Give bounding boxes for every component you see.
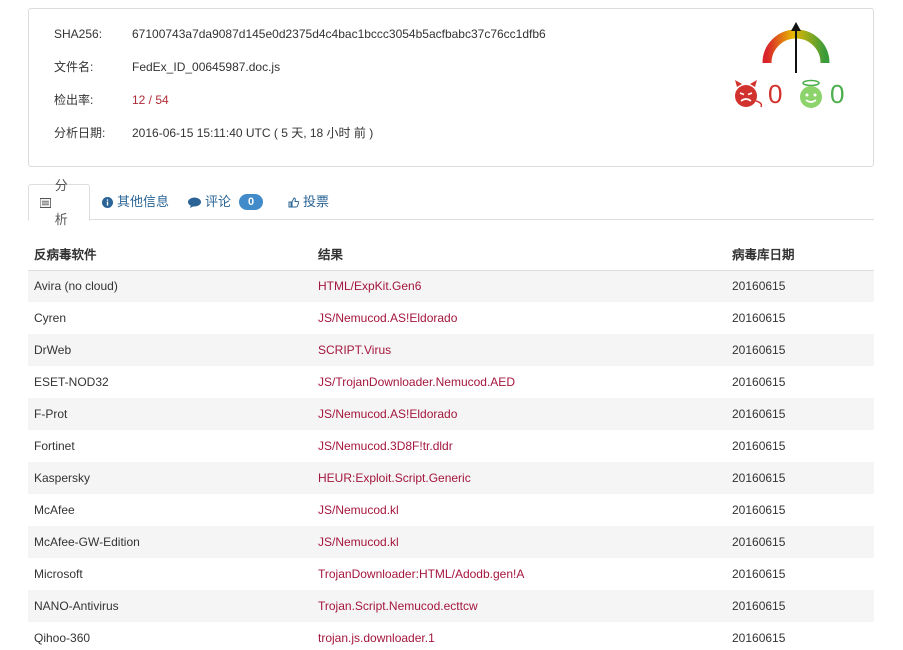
tab-additional-info[interactable]: 其他信息 — [102, 184, 169, 220]
table-row: Kaspersky HEUR:Exploit.Script.Generic 20… — [28, 462, 874, 494]
table-row: Avira (no cloud) HTML/ExpKit.Gen6 201606… — [28, 270, 874, 302]
antivirus-name: F-Prot — [28, 398, 312, 430]
definition-date: 20160615 — [732, 375, 786, 389]
thumbs-icon — [288, 196, 299, 207]
table-row: F-Prot JS/Nemucod.AS!Eldorado 20160615 — [28, 398, 874, 430]
harmless-votes[interactable]: 0 — [797, 77, 844, 111]
definition-date: 20160615 — [732, 567, 786, 581]
table-row: McAfee-GW-Edition JS/Nemucod.kl 20160615 — [28, 526, 874, 558]
definition-date: 20160615 — [732, 631, 786, 645]
definition-date: 20160615 — [726, 270, 874, 302]
detection-result: JS/Nemucod.kl — [312, 526, 726, 558]
antivirus-name: NANO-Antivirus — [28, 590, 312, 622]
info-icon — [102, 196, 113, 208]
antivirus-name: Avira (no cloud) — [28, 270, 312, 302]
definition-date: 20160615 — [726, 590, 874, 622]
detection-result: JS/TrojanDownloader.Nemucod.AED — [318, 375, 515, 389]
analysis-date-value: 2016-06-15 15:11:40 UTC ( 5 天, 18 小时 前 ) — [132, 126, 374, 140]
angel-face-icon — [800, 79, 822, 108]
detection-result: JS/Nemucod.3D8F!tr.dldr — [318, 439, 453, 453]
tab-analysis-label: 分析 — [54, 177, 68, 227]
comment-icon — [188, 197, 201, 208]
detection-result: JS/Nemucod.AS!Eldorado — [318, 311, 458, 325]
antivirus-name: Qihoo-360 — [34, 631, 91, 645]
analysis-date-label: 分析日期: — [54, 126, 106, 140]
detection-result: Trojan.Script.Nemucod.ecttcw — [312, 590, 726, 622]
table-header-row: 反病毒软件 结果 病毒库日期 — [28, 237, 874, 271]
file-info-panel: SHA256: 67100743a7da9087d145e0d2375d4c4b… — [28, 8, 874, 167]
antivirus-name: Fortinet — [34, 439, 75, 453]
list-icon — [40, 197, 51, 208]
filename-value: FedEx_ID_00645987.doc.js — [132, 60, 281, 74]
tab-bar: 分析 其他信息 评论 0 投票 — [28, 178, 874, 227]
table-row: Cyren JS/Nemucod.AS!Eldorado 20160615 — [28, 302, 874, 334]
antivirus-name: Microsoft — [34, 567, 83, 581]
table-row: McAfee JS/Nemucod.kl 20160615 — [28, 494, 874, 526]
table-row: Qihoo-360 trojan.js.downloader.1 2016061… — [28, 622, 874, 650]
antivirus-name: McAfee — [34, 503, 75, 517]
definition-date: 20160615 — [726, 398, 874, 430]
sha256-label: SHA256: — [54, 27, 103, 41]
antivirus-name: Kaspersky — [28, 462, 312, 494]
table-row: DrWeb SCRIPT.Virus 20160615 — [28, 334, 874, 366]
detection-row: 检出率: 12 / 54 — [54, 91, 169, 109]
filename-label: 文件名: — [54, 60, 94, 74]
tab-comments[interactable]: 评论 0 — [188, 184, 264, 220]
detection-ratio: 12 / 54 — [132, 93, 169, 107]
antivirus-name: ESET-NOD32 — [34, 375, 109, 389]
devil-face-icon — [735, 80, 763, 108]
definition-date: 20160615 — [726, 462, 874, 494]
community-score-gauge — [762, 22, 830, 73]
detection-result: HTML/ExpKit.Gen6 — [312, 270, 726, 302]
table-row: Fortinet JS/Nemucod.3D8F!tr.dldr 2016061… — [28, 430, 874, 462]
antivirus-name: McAfee-GW-Edition — [28, 526, 312, 558]
definition-date: 20160615 — [726, 526, 874, 558]
definition-date: 20160615 — [732, 503, 786, 517]
malicious-vote-count: 0 — [768, 79, 783, 109]
detection-label: 检出率: — [54, 93, 94, 107]
sha256-row: SHA256: 67100743a7da9087d145e0d2375d4c4b… — [54, 25, 546, 43]
detection-result: trojan.js.downloader.1 — [318, 631, 435, 645]
malicious-votes[interactable]: 0 — [731, 77, 782, 111]
column-header-result[interactable]: 结果 — [312, 237, 726, 271]
table-row: Microsoft TrojanDownloader:HTML/Adodb.ge… — [28, 558, 874, 590]
tab-votes[interactable]: 投票 — [288, 184, 329, 220]
tab-comments-label: 评论 — [205, 194, 232, 209]
column-header-antivirus[interactable]: 反病毒软件 — [28, 237, 312, 271]
tab-analysis[interactable]: 分析 — [28, 178, 90, 227]
harmless-vote-count: 0 — [830, 79, 845, 109]
detection-result: TrojanDownloader:HTML/Adodb.gen!A — [318, 567, 525, 581]
table-row: ESET-NOD32 JS/TrojanDownloader.Nemucod.A… — [28, 366, 874, 398]
detection-result: SCRIPT.Virus — [312, 334, 726, 366]
detection-result: JS/Nemucod.kl — [318, 503, 399, 517]
comments-count-badge: 0 — [239, 194, 264, 210]
definition-date: 20160615 — [732, 311, 786, 325]
antivirus-name: Cyren — [34, 311, 67, 325]
column-header-update[interactable]: 病毒库日期 — [726, 237, 874, 271]
antivirus-results-table: 反病毒软件 结果 病毒库日期 Avira (no cloud) HTML/Exp… — [28, 237, 874, 650]
detection-result: HEUR:Exploit.Script.Generic — [312, 462, 726, 494]
analysis-date-row: 分析日期: 2016-06-15 15:11:40 UTC ( 5 天, 18 … — [54, 124, 373, 142]
tab-additional-info-label: 其他信息 — [117, 194, 170, 209]
antivirus-name: DrWeb — [28, 334, 312, 366]
definition-date: 20160615 — [726, 334, 874, 366]
filename-row: 文件名: FedEx_ID_00645987.doc.js — [54, 58, 280, 76]
detection-result: JS/Nemucod.AS!Eldorado — [312, 398, 726, 430]
sha256-value: 67100743a7da9087d145e0d2375d4c4bac1bccc3… — [132, 27, 546, 41]
table-row: NANO-Antivirus Trojan.Script.Nemucod.ect… — [28, 590, 874, 622]
definition-date: 20160615 — [732, 439, 786, 453]
tab-votes-label: 投票 — [303, 194, 330, 209]
